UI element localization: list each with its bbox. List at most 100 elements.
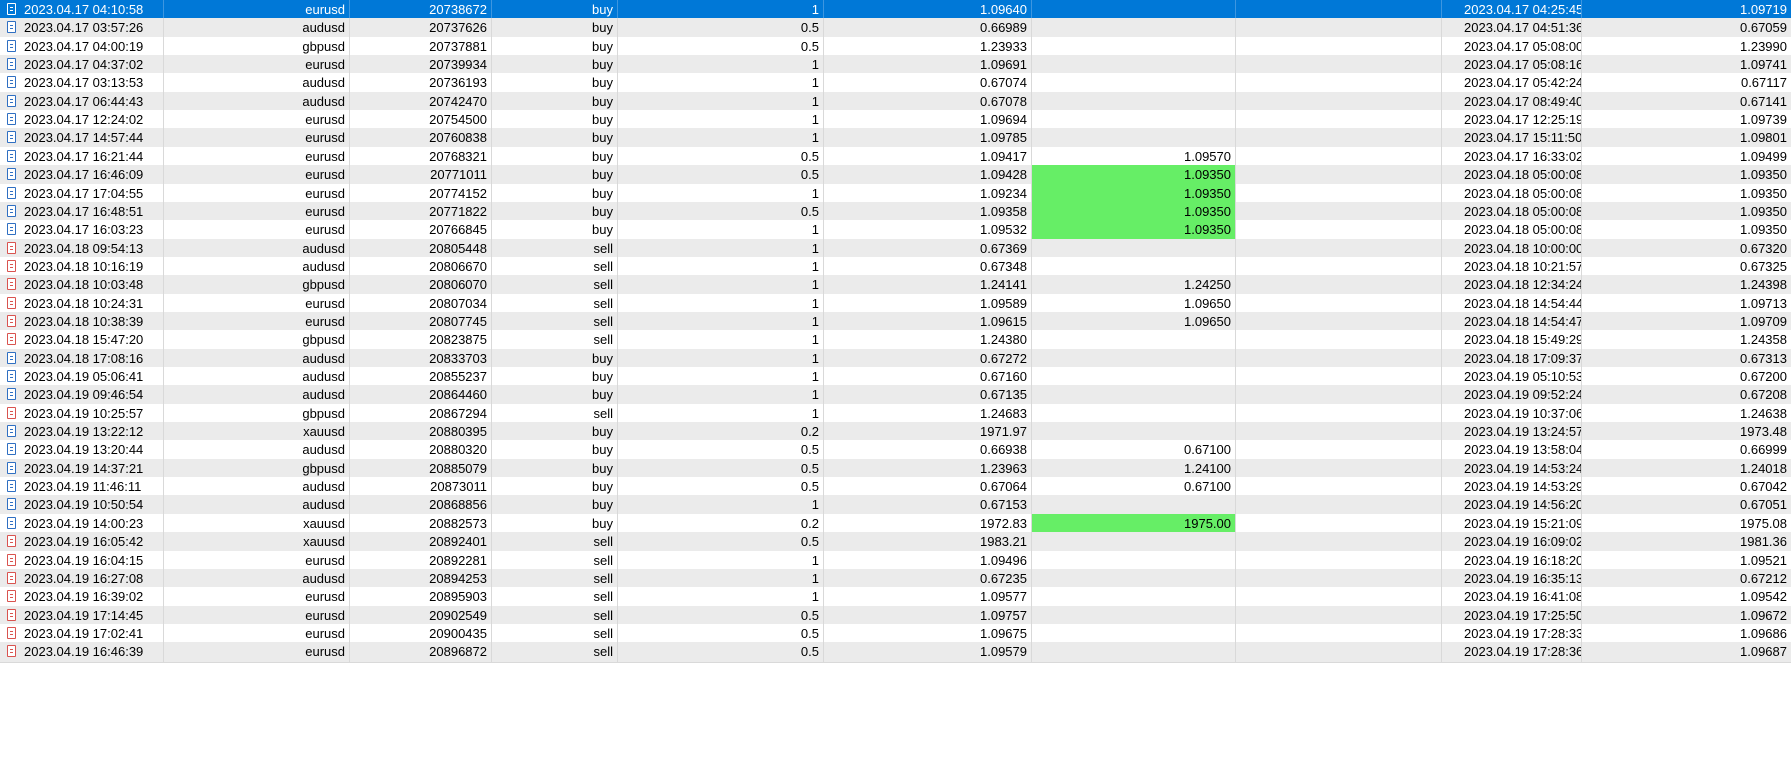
- sell-order-icon: [7, 535, 16, 547]
- ticket-cell: 20833703: [350, 349, 492, 369]
- ticket-cell: 20855237: [350, 367, 492, 387]
- symbol-cell: audusd: [164, 495, 350, 515]
- symbol-cell: audusd: [164, 367, 350, 387]
- open-time-cell: 2023.04.17 16:46:09: [0, 165, 164, 185]
- open-price-cell: 0.67078: [824, 92, 1032, 112]
- close-time-cell: 2023.04.17 16:33:02: [1442, 147, 1582, 167]
- stop-loss-cell: [1032, 92, 1236, 112]
- table-row[interactable]: 2023.04.17 14:57:44 eurusd 20760838 buy 1 1.0…: [0, 128, 1791, 149]
- open-time-cell: 2023.04.17 12:24:02: [0, 110, 164, 130]
- ticket-cell: 20737881: [350, 37, 492, 57]
- table-row[interactable]: 2023.04.19 09:46:54 audusd 20864460 buy 1 0.6…: [0, 385, 1791, 406]
- type-cell: sell: [492, 606, 618, 626]
- volume-cell: 0.5: [618, 18, 824, 38]
- volume-cell: 0.5: [618, 624, 824, 644]
- type-cell: sell: [492, 569, 618, 589]
- type-cell: sell: [492, 275, 618, 295]
- take-profit-cell: [1236, 514, 1442, 534]
- close-price-cell: 0.67212: [1740, 571, 1787, 586]
- stop-loss-cell: 1.09350: [1032, 220, 1236, 240]
- ticket-cell: 20807745: [350, 312, 492, 332]
- table-row[interactable]: 2023.04.18 15:47:20 gbpusd 20823875 sell 1 1.…: [0, 330, 1791, 351]
- ticket-cell: 20900435: [350, 624, 492, 644]
- table-row[interactable]: 2023.04.19 16:39:02 eurusd 20895903 sell 1 1.…: [0, 587, 1791, 608]
- buy-order-icon: [7, 168, 16, 180]
- close-price-cell: 0.67325: [1740, 259, 1787, 274]
- type-cell: buy: [492, 202, 618, 222]
- volume-cell: 1: [618, 110, 824, 130]
- symbol-cell: xauusd: [164, 422, 350, 442]
- table-row[interactable]: 2023.04.19 16:46:39 eurusd 20896872 sell 0.5…: [0, 642, 1791, 663]
- close-price-cell: 1.09709: [1740, 314, 1787, 329]
- type-cell: buy: [492, 18, 618, 38]
- ticket-cell: 20737626: [350, 18, 492, 38]
- table-row[interactable]: 2023.04.19 13:20:44 audusd 20880320 buy 0.5 0…: [0, 440, 1791, 461]
- volume-cell: 1: [618, 569, 824, 589]
- volume-cell: 1: [618, 312, 824, 332]
- close-time-cell: 2023.04.17 04:25:45: [1442, 0, 1582, 20]
- take-profit-cell: [1236, 18, 1442, 38]
- type-cell: buy: [492, 220, 618, 240]
- table-row[interactable]: 2023.04.17 16:03:23 eurusd 20766845 buy 1 1.0…: [0, 220, 1791, 241]
- take-profit-cell: [1236, 551, 1442, 571]
- table-row[interactable]: 2023.04.17 03:13:53 audusd 20736193 buy 1 0.6…: [0, 73, 1791, 94]
- symbol-cell: eurusd: [164, 294, 350, 314]
- close-price-cell: 1.24398: [1740, 277, 1787, 292]
- open-time-cell: 2023.04.19 16:05:42: [0, 532, 164, 552]
- type-cell: buy: [492, 367, 618, 387]
- ticket-cell: 20895903: [350, 587, 492, 607]
- table-row[interactable]: 2023.04.19 10:50:54 audusd 20868856 buy 1 0.6…: [0, 495, 1791, 516]
- ticket-cell: 20760838: [350, 128, 492, 148]
- ticket-cell: 20766845: [350, 220, 492, 240]
- ticket-cell: 20892281: [350, 551, 492, 571]
- type-cell: buy: [492, 385, 618, 405]
- close-time-cell: 2023.04.17 08:49:40: [1442, 92, 1582, 112]
- table-row[interactable]: 2023.04.17 16:46:09 eurusd 20771011 buy 0.5 1…: [0, 165, 1791, 186]
- close-price-cell: 1.09542: [1740, 589, 1787, 604]
- volume-cell: 0.5: [618, 147, 824, 167]
- buy-order-icon: [7, 517, 16, 529]
- ticket-cell: 20754500: [350, 110, 492, 130]
- type-cell: buy: [492, 110, 618, 130]
- open-time-cell: 2023.04.18 10:24:31: [0, 294, 164, 314]
- type-cell: buy: [492, 422, 618, 442]
- buy-order-icon: [7, 498, 16, 510]
- table-row[interactable]: 2023.04.18 10:03:48 gbpusd 20806070 sell 1 1.…: [0, 275, 1791, 296]
- type-cell: buy: [492, 477, 618, 497]
- open-price-cell: 0.67135: [824, 385, 1032, 405]
- ticket-cell: 20771822: [350, 202, 492, 222]
- volume-cell: 1: [618, 275, 824, 295]
- close-price-cell: 1.09713: [1740, 296, 1787, 311]
- close-price-cell: 1.09350: [1740, 222, 1787, 237]
- stop-loss-cell: [1032, 330, 1236, 350]
- symbol-cell: eurusd: [164, 606, 350, 626]
- type-cell: buy: [492, 459, 618, 479]
- type-cell: sell: [492, 532, 618, 552]
- stop-loss-cell: [1032, 73, 1236, 93]
- stop-loss-cell: [1032, 0, 1236, 20]
- type-cell: sell: [492, 642, 618, 662]
- close-price-cell: 1.09719: [1740, 2, 1787, 17]
- stop-loss-cell: [1032, 551, 1236, 571]
- close-time-cell: 2023.04.17 05:08:16: [1442, 55, 1582, 75]
- type-cell: buy: [492, 128, 618, 148]
- close-price-cell: 1.09521: [1740, 553, 1787, 568]
- ticket-cell: 20807034: [350, 294, 492, 314]
- open-time-cell: 2023.04.18 10:16:19: [0, 257, 164, 277]
- take-profit-cell: [1236, 532, 1442, 552]
- type-cell: sell: [492, 404, 618, 424]
- ticket-cell: 20736193: [350, 73, 492, 93]
- stop-loss-cell: [1032, 385, 1236, 405]
- symbol-cell: audusd: [164, 349, 350, 369]
- table-row[interactable]: 2023.04.17 03:57:26 audusd 20737626 buy 0.5 0…: [0, 18, 1791, 39]
- volume-cell: 0.5: [618, 477, 824, 497]
- sell-order-icon: [7, 627, 16, 639]
- stop-loss-cell: 1.09650: [1032, 312, 1236, 332]
- sell-order-icon: [7, 554, 16, 566]
- sell-order-icon: [7, 278, 16, 290]
- open-time-cell: 2023.04.19 17:02:41: [0, 624, 164, 644]
- sell-order-icon: [7, 609, 16, 621]
- table-row[interactable]: 2023.04.19 16:05:42 xauusd 20892401 sell 0.5…: [0, 532, 1791, 553]
- close-time-cell: 2023.04.19 13:58:04: [1442, 440, 1582, 460]
- open-time-cell: 2023.04.17 04:37:02: [0, 55, 164, 75]
